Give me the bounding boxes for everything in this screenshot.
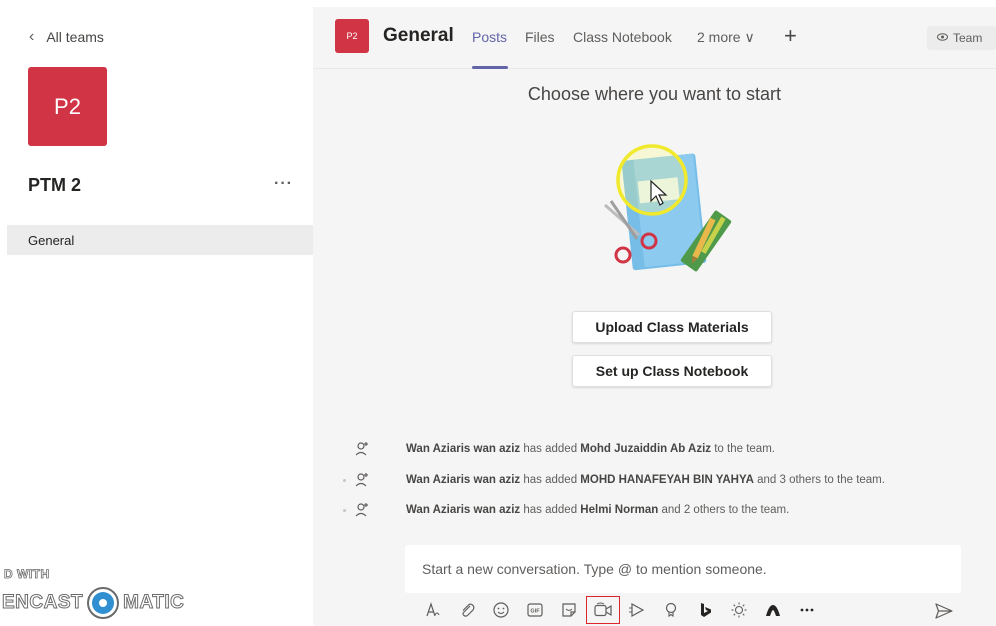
activity-tail: to the team. bbox=[711, 443, 775, 455]
compose-box[interactable]: Start a new conversation. Type @ to ment… bbox=[405, 545, 961, 593]
activity-item: Wan Aziaris wan aziz has added Mohd Juza… bbox=[353, 439, 775, 459]
compose-toolbar: GIF bbox=[416, 596, 824, 624]
activity-target: Mohd Juzaiddin Ab Aziz bbox=[580, 443, 712, 455]
watermark-left-text: ENCAST bbox=[1, 592, 84, 614]
activity-verb: has added bbox=[520, 504, 581, 516]
more-icon[interactable] bbox=[790, 596, 824, 624]
tab-posts[interactable]: Posts bbox=[472, 29, 507, 45]
activity-actor: Wan Aziaris wan aziz bbox=[406, 474, 521, 486]
tab-class-notebook[interactable]: Class Notebook bbox=[573, 29, 672, 45]
bing-icon[interactable] bbox=[688, 596, 722, 624]
activity-target: Helmi Norman bbox=[580, 504, 659, 516]
eye-icon bbox=[937, 32, 948, 44]
meet-now-icon[interactable] bbox=[586, 596, 620, 624]
tab-more[interactable]: 2 more ∨ bbox=[697, 29, 755, 46]
compose-placeholder: Start a new conversation. Type @ to ment… bbox=[422, 561, 767, 577]
team-more-options-button[interactable]: ··· bbox=[274, 175, 293, 193]
activity-verb: has added bbox=[520, 474, 581, 486]
channel-main: P2 General Posts Files Class Notebook 2 … bbox=[313, 7, 996, 626]
chevron-left-icon: ‹ bbox=[29, 28, 35, 45]
active-tab-indicator bbox=[472, 66, 508, 69]
all-teams-label: All teams bbox=[46, 29, 104, 45]
gif-icon[interactable]: GIF bbox=[518, 596, 552, 624]
activity-actor: Wan Aziaris wan aziz bbox=[406, 504, 521, 516]
tab-files[interactable]: Files bbox=[525, 29, 555, 45]
set-up-class-notebook-button[interactable]: Set up Class Notebook bbox=[572, 355, 772, 387]
app-icon[interactable] bbox=[756, 596, 790, 624]
channel-header: P2 General Posts Files Class Notebook 2 … bbox=[313, 7, 996, 69]
watermark-line1: D WITH bbox=[4, 567, 50, 582]
upload-class-materials-button[interactable]: Upload Class Materials bbox=[572, 311, 772, 343]
activity-verb: has added bbox=[520, 443, 581, 455]
emoji-icon[interactable] bbox=[484, 596, 518, 624]
add-member-icon bbox=[353, 501, 373, 519]
start-prompt: Choose where you want to start bbox=[527, 84, 782, 104]
activity-actor: Wan Aziaris wan aziz bbox=[406, 443, 521, 455]
weather-icon[interactable] bbox=[722, 596, 756, 624]
watermark-right-text: MATIC bbox=[123, 592, 185, 614]
add-tab-button[interactable]: + bbox=[784, 23, 797, 49]
add-member-icon bbox=[353, 440, 373, 458]
all-teams-link[interactable]: ‹ All teams bbox=[29, 28, 104, 46]
bullet-dot bbox=[343, 479, 346, 482]
teams-window: ‹ All teams P2 PTM 2 ··· General D WITH … bbox=[0, 0, 996, 626]
team-avatar: P2 bbox=[28, 67, 107, 146]
team-info-button[interactable]: Team bbox=[927, 26, 996, 50]
team-button-label: Team bbox=[953, 31, 983, 45]
team-sidebar: ‹ All teams P2 PTM 2 ··· General bbox=[7, 7, 313, 626]
activity-tail: and 3 others to the team. bbox=[753, 474, 885, 486]
bullet-dot bbox=[343, 509, 346, 512]
praise-icon[interactable] bbox=[654, 596, 688, 624]
watermark-logo: ENCAST MATIC bbox=[1, 587, 185, 619]
activity-target: MOHD HANAFEYAH BIN YAHYA bbox=[580, 474, 754, 486]
channel-item-general[interactable]: General bbox=[7, 225, 313, 255]
channel-avatar: P2 bbox=[335, 19, 369, 53]
activity-item: Wan Aziaris wan aziz has added Helmi Nor… bbox=[353, 500, 789, 520]
team-name: PTM 2 bbox=[28, 175, 82, 195]
sticker-icon[interactable] bbox=[552, 596, 586, 624]
activity-item: Wan Aziaris wan aziz has added MOHD HANA… bbox=[353, 470, 885, 490]
channel-title: General bbox=[383, 25, 454, 46]
screencastomatic-logo-icon bbox=[87, 587, 120, 619]
send-icon[interactable] bbox=[932, 599, 956, 623]
svg-text:GIF: GIF bbox=[530, 609, 540, 615]
stream-icon[interactable] bbox=[620, 596, 654, 624]
add-member-icon bbox=[353, 471, 373, 489]
channel-label: General bbox=[28, 232, 75, 248]
format-icon[interactable] bbox=[416, 596, 450, 624]
activity-tail: and 2 others to the team. bbox=[658, 504, 790, 516]
attach-icon[interactable] bbox=[450, 596, 484, 624]
notebook-illustration bbox=[604, 144, 732, 272]
